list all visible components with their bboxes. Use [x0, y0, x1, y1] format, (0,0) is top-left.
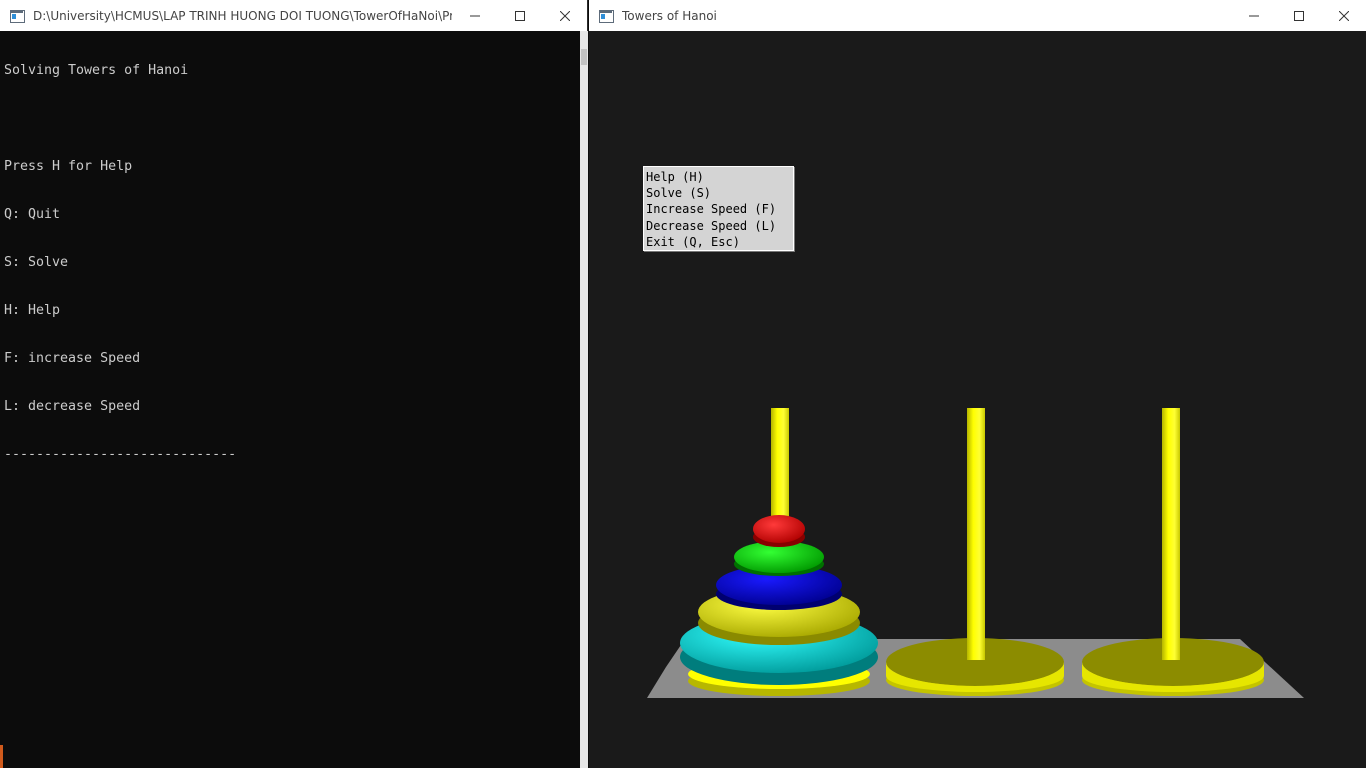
console-line: H: Help [4, 303, 61, 318]
console-minimize-button[interactable] [452, 0, 497, 31]
hanoi-minimize-button[interactable] [1231, 0, 1276, 31]
peg-2 [967, 408, 985, 660]
close-icon [559, 10, 570, 21]
console-line: Solving Towers of Hanoi [4, 63, 189, 78]
hanoi-titlebar[interactable]: Towers of Hanoi [589, 0, 1366, 31]
console-app-icon [9, 8, 25, 24]
menu-item-increase-speed[interactable]: Increase Speed (F) [644, 201, 793, 217]
console-line: S: Solve [4, 255, 69, 270]
minimize-icon [1248, 15, 1259, 16]
console-line: L: decrease Speed [4, 399, 141, 414]
hanoi-close-button[interactable] [1321, 0, 1366, 31]
menu-item-exit[interactable]: Exit (Q, Esc) [644, 234, 793, 250]
console-maximize-button[interactable] [497, 0, 542, 31]
hanoi-title: Towers of Hanoi [622, 8, 717, 23]
console-line: F: increase Speed [4, 351, 141, 366]
disk-red [753, 515, 805, 547]
console-scrollbar[interactable] [580, 31, 588, 768]
taskbar-accent [0, 745, 3, 768]
hanoi-maximize-button[interactable] [1276, 0, 1321, 31]
context-menu: Help (H) Solve (S) Increase Speed (F) De… [643, 166, 794, 252]
console-close-button[interactable] [542, 0, 587, 31]
peg-3 [1162, 408, 1180, 660]
console-line: Press H for Help [4, 159, 133, 174]
hanoi-scene [647, 408, 1304, 698]
maximize-icon [514, 10, 525, 21]
close-icon [1338, 10, 1349, 21]
console-output: Solving Towers of Hanoi Press H for Help… [4, 31, 576, 495]
console-line: ----------------------------- [4, 447, 237, 462]
hanoi-window: Towers of Hanoi Help (H) Solve (S) Incre… [589, 0, 1366, 768]
menu-item-help[interactable]: Help (H) [644, 169, 793, 185]
menu-item-decrease-speed[interactable]: Decrease Speed (L) [644, 218, 793, 234]
console-title: D:\University\HCMUS\LAP TRINH HUONG DOI … [33, 8, 452, 23]
console-scrollbar-thumb[interactable] [581, 49, 587, 65]
console-line: Q: Quit [4, 207, 61, 222]
console-window: D:\University\HCMUS\LAP TRINH HUONG DOI … [0, 0, 588, 768]
gl-canvas[interactable]: Help (H) Solve (S) Increase Speed (F) De… [589, 31, 1366, 768]
maximize-icon [1293, 10, 1304, 21]
minimize-icon [469, 15, 480, 16]
hanoi-app-icon [598, 8, 614, 24]
menu-item-solve[interactable]: Solve (S) [644, 185, 793, 201]
console-titlebar[interactable]: D:\University\HCMUS\LAP TRINH HUONG DOI … [0, 0, 587, 31]
